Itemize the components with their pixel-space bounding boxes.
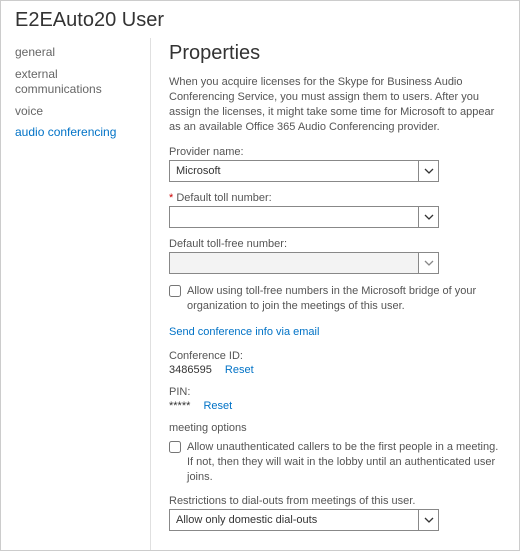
allow-toll-free-label: Allow using toll-free numbers in the Mic… bbox=[187, 284, 501, 314]
conference-id-reset-link[interactable]: Reset bbox=[225, 364, 254, 376]
page-header: E2EAuto20 User bbox=[1, 1, 519, 38]
pin-value: ***** bbox=[169, 400, 190, 412]
chevron-down-icon bbox=[418, 253, 438, 273]
provider-name-value: Microsoft bbox=[169, 160, 439, 182]
default-toll-free-number-value bbox=[169, 252, 439, 274]
meeting-options-label: meeting options bbox=[169, 422, 501, 434]
send-conference-info-link[interactable]: Send conference info via email bbox=[169, 326, 319, 338]
default-toll-number-value bbox=[169, 206, 439, 228]
sidebar: general external communications voice au… bbox=[1, 38, 151, 550]
provider-name-label: Provider name: bbox=[169, 146, 501, 158]
conference-id-value: 3486595 bbox=[169, 364, 212, 376]
pin-reset-link[interactable]: Reset bbox=[203, 400, 232, 412]
chevron-down-icon bbox=[418, 207, 438, 227]
dial-out-restrictions-value: Allow only domestic dial-outs bbox=[169, 509, 439, 531]
allow-unauthenticated-checkbox[interactable] bbox=[169, 441, 181, 453]
chevron-down-icon bbox=[418, 510, 438, 530]
chevron-down-icon bbox=[418, 161, 438, 181]
dial-out-restrictions-select[interactable]: Allow only domestic dial-outs bbox=[169, 509, 439, 531]
sidebar-item-voice[interactable]: voice bbox=[15, 101, 140, 123]
default-toll-number-select[interactable] bbox=[169, 206, 439, 228]
sidebar-item-audio-conferencing[interactable]: audio conferencing bbox=[15, 122, 140, 144]
conference-id-label: Conference ID: bbox=[169, 350, 501, 362]
default-toll-free-number-select[interactable] bbox=[169, 252, 439, 274]
sidebar-item-general[interactable]: general bbox=[15, 42, 140, 64]
sidebar-item-external-communications[interactable]: external communications bbox=[15, 64, 140, 101]
required-star: * bbox=[169, 192, 173, 204]
page-description: When you acquire licenses for the Skype … bbox=[169, 75, 501, 134]
pin-label: PIN: bbox=[169, 386, 501, 398]
provider-name-select[interactable]: Microsoft bbox=[169, 160, 439, 182]
main-panel: Properties When you acquire licenses for… bbox=[151, 38, 519, 550]
dial-out-restrictions-label: Restrictions to dial-outs from meetings … bbox=[169, 495, 501, 507]
page-title: Properties bbox=[169, 42, 501, 65]
default-toll-free-number-label: Default toll-free number: bbox=[169, 238, 501, 250]
allow-toll-free-checkbox[interactable] bbox=[169, 285, 181, 297]
default-toll-number-label: * Default toll number: bbox=[169, 192, 501, 204]
allow-unauthenticated-label: Allow unauthenticated callers to be the … bbox=[187, 440, 501, 485]
